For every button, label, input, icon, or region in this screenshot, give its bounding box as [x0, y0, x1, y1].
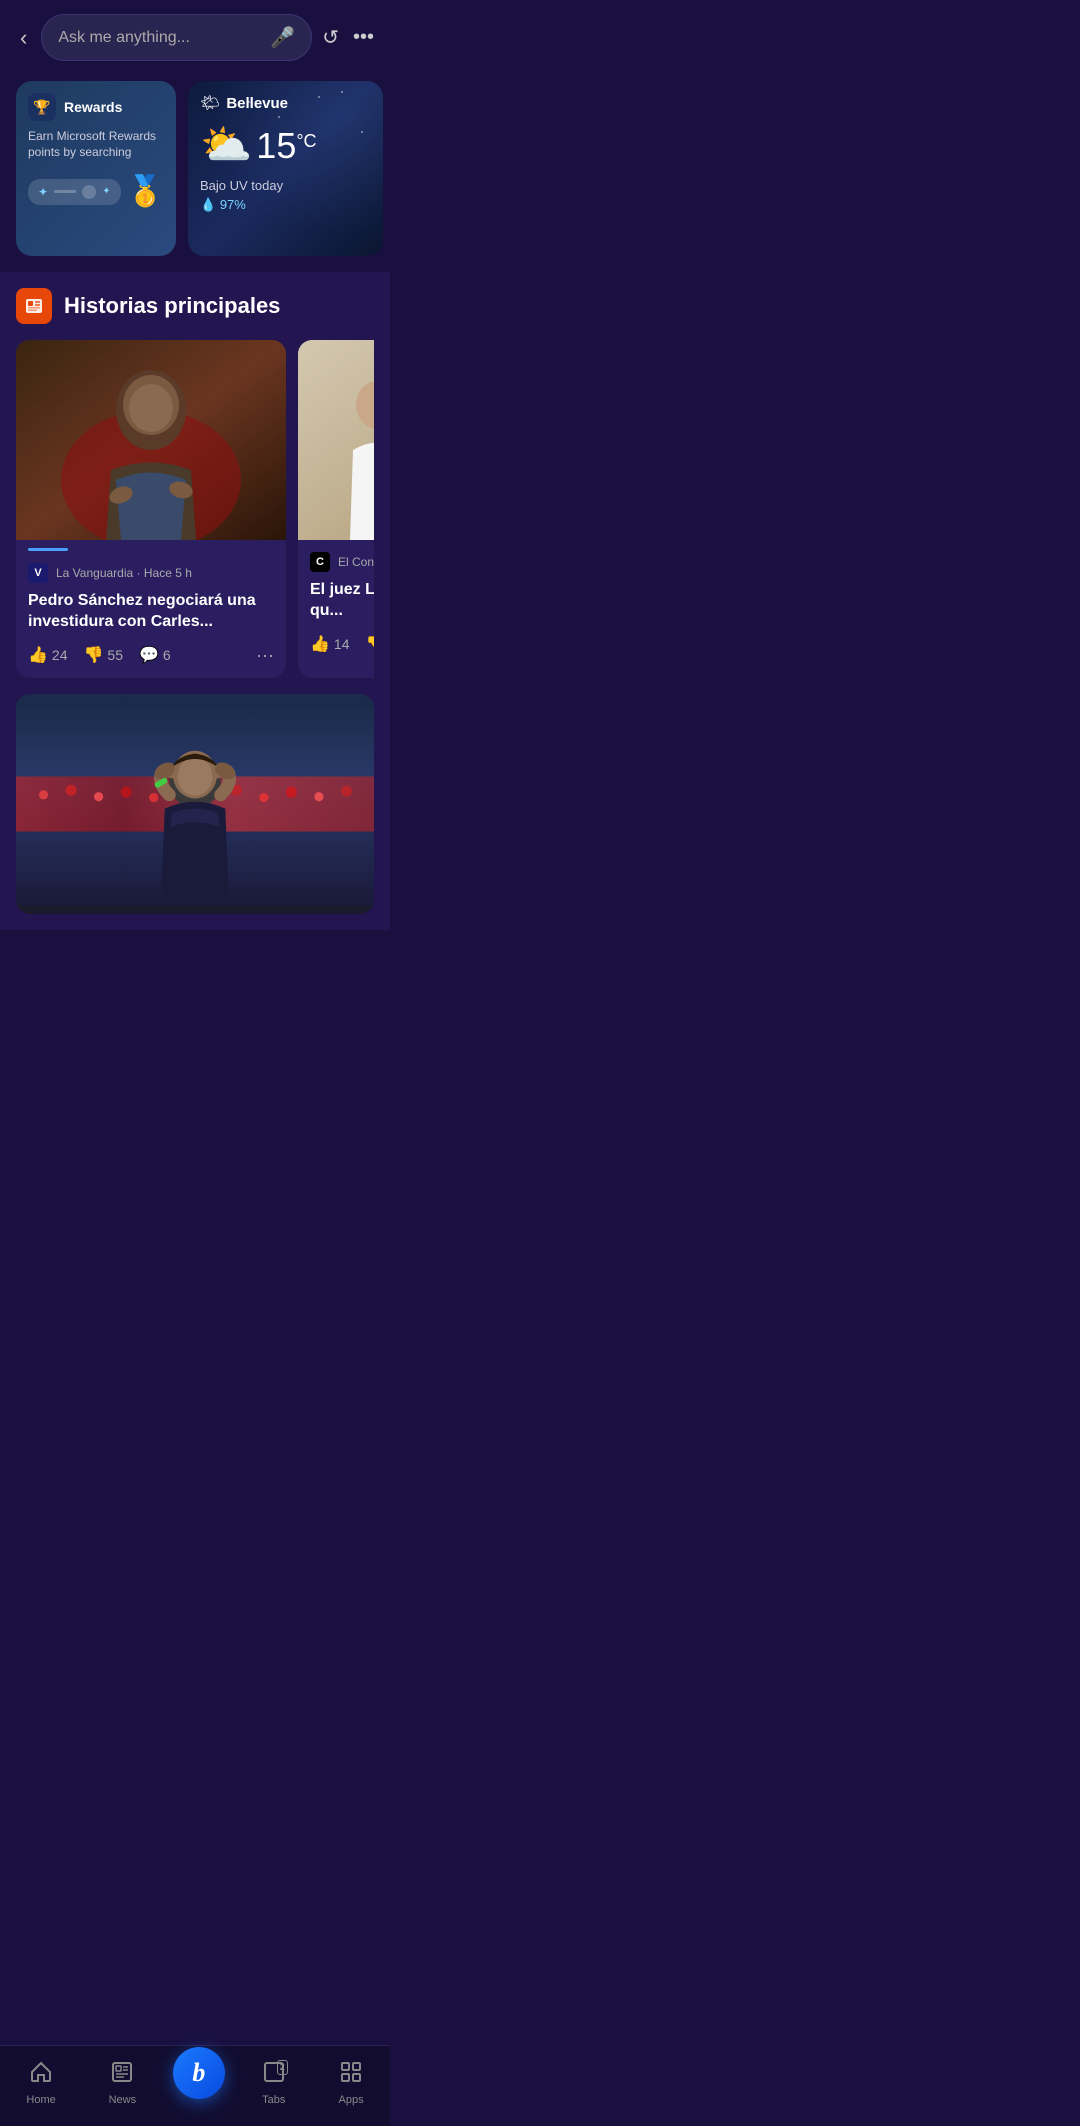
widgets-section: 🏆 Rewards Earn Microsoft Rewards points … — [0, 71, 390, 272]
weather-uv: Bajo UV today — [200, 178, 371, 193]
apps-nav-icon — [339, 2060, 363, 2090]
thumbs-down-icon: 👎 — [84, 645, 104, 665]
rewards-search-illustration: ✦ ✦ — [28, 179, 121, 205]
weather-main: ⛅ 15°C — [200, 121, 371, 170]
news-card-1[interactable]: V La Vanguardia · Hace 5 h Pedro Sánchez… — [16, 340, 286, 678]
news-image-full — [16, 694, 374, 914]
news-people-illustration — [298, 340, 374, 540]
news-headline-2: El juez Llarena c... sumario para qu... — [310, 580, 374, 622]
news-headline-1: Pedro Sánchez negociará una investidura … — [28, 591, 274, 633]
source-name-2: El Confidencial · H — [338, 555, 374, 569]
news-label: News — [109, 2094, 137, 2106]
weather-widget[interactable]: 🌤 Bellevue ⛅ 15°C Bajo UV today 💧 97% — [188, 81, 383, 256]
weather-humidity: 💧 97% — [200, 197, 371, 213]
news-actions-1: 👍 24 👎 55 💬 6 ··· — [28, 645, 274, 666]
header: ‹ Ask me anything... 🎤 ↺ ••• — [0, 0, 390, 71]
header-actions: ↺ ••• — [322, 25, 374, 50]
home-icon — [29, 2060, 53, 2090]
news-source-row-2: C El Confidencial · H — [310, 552, 374, 572]
nav-tabs[interactable]: 2 Tabs — [246, 2056, 302, 2110]
weather-details: Bajo UV today 💧 97% — [200, 178, 371, 213]
sparkle-right-icon: ✦ — [102, 186, 110, 197]
news-card-2-content: C El Confidencial · H El juez Llarena c.… — [298, 540, 374, 666]
rewards-icon: 🏆 — [28, 93, 56, 121]
thumbs-up-icon: 👍 — [28, 645, 48, 665]
news-person-illustration — [16, 340, 286, 540]
comment-icon: 💬 — [139, 645, 159, 665]
football-player-illustration — [16, 694, 374, 914]
news-card-1-content: V La Vanguardia · Hace 5 h Pedro Sánchez… — [16, 551, 286, 678]
search-bar[interactable]: Ask me anything... 🎤 — [41, 14, 312, 61]
news-card-2[interactable]: C El Confidencial · H El juez Llarena c.… — [298, 340, 374, 678]
nav-home[interactable]: Home — [10, 2056, 71, 2110]
like-button-1[interactable]: 👍 24 — [28, 645, 68, 665]
news-nav-icon — [110, 2060, 134, 2090]
sparkle-left-icon: ✦ — [38, 185, 48, 199]
home-label: Home — [26, 2094, 55, 2106]
thumbs-up-icon-2: 👍 — [310, 634, 330, 654]
rewards-description: Earn Microsoft Rewards points by searchi… — [28, 129, 164, 160]
weather-unit: °C — [296, 131, 316, 152]
weather-condition-icon: ⛅ — [200, 121, 252, 170]
search-placeholder: Ask me anything... — [58, 29, 262, 47]
dislike-button-1[interactable]: 👎 55 — [84, 645, 124, 665]
weather-location-icon: 🌤 — [200, 93, 220, 113]
refresh-icon[interactable]: ↺ — [322, 25, 339, 50]
weather-location: 🌤 Bellevue — [200, 93, 371, 113]
weather-city: Bellevue — [226, 95, 288, 112]
news-image-2 — [298, 340, 374, 540]
rewards-header: 🏆 Rewards — [28, 93, 164, 121]
section-header: Historias principales — [16, 288, 374, 324]
newspaper-icon — [24, 296, 44, 316]
news-section: Historias principales — [0, 272, 390, 930]
bottom-navigation: Home News b 2 Tabs — [0, 2045, 390, 2126]
medal-icon: 🥇 — [127, 174, 164, 209]
tabs-nav-icon: 2 — [262, 2060, 286, 2090]
tabs-count-badge: 2 — [277, 2060, 288, 2075]
back-button[interactable]: ‹ — [16, 21, 31, 55]
bing-icon: b — [192, 2058, 205, 2088]
thumbs-down-icon-2: 👎 — [366, 634, 375, 654]
source-logo-1: V — [28, 563, 48, 583]
apps-label: Apps — [339, 2094, 364, 2106]
mic-icon[interactable]: 🎤 — [270, 25, 295, 50]
source-logo-2: C — [310, 552, 330, 572]
nav-news[interactable]: News — [93, 2056, 153, 2110]
like-button-2[interactable]: 👍 14 — [310, 634, 350, 654]
more-options-button-1[interactable]: ··· — [256, 645, 274, 666]
rewards-title: Rewards — [64, 99, 122, 115]
news-actions-2: 👍 14 👎 10 💬 — [310, 634, 374, 654]
news-image-1 — [16, 340, 286, 540]
weather-temperature: 15 — [256, 125, 296, 166]
news-section-icon — [16, 288, 52, 324]
nav-bing-button[interactable]: b — [173, 2047, 225, 2099]
more-menu-icon[interactable]: ••• — [353, 26, 374, 49]
section-title: Historias principales — [64, 293, 280, 319]
comment-button-1[interactable]: 💬 6 — [139, 645, 171, 665]
news-source-row-1: V La Vanguardia · Hace 5 h — [28, 563, 274, 583]
news-card-full[interactable] — [16, 694, 374, 914]
news-cards-row: V La Vanguardia · Hace 5 h Pedro Sánchez… — [16, 340, 374, 678]
tabs-label: Tabs — [262, 2094, 285, 2106]
rewards-widget[interactable]: 🏆 Rewards Earn Microsoft Rewards points … — [16, 81, 176, 256]
nav-apps[interactable]: Apps — [323, 2056, 380, 2110]
dislike-button-2[interactable]: 👎 10 — [366, 634, 375, 654]
source-name-1: La Vanguardia · Hace 5 h — [56, 566, 192, 580]
